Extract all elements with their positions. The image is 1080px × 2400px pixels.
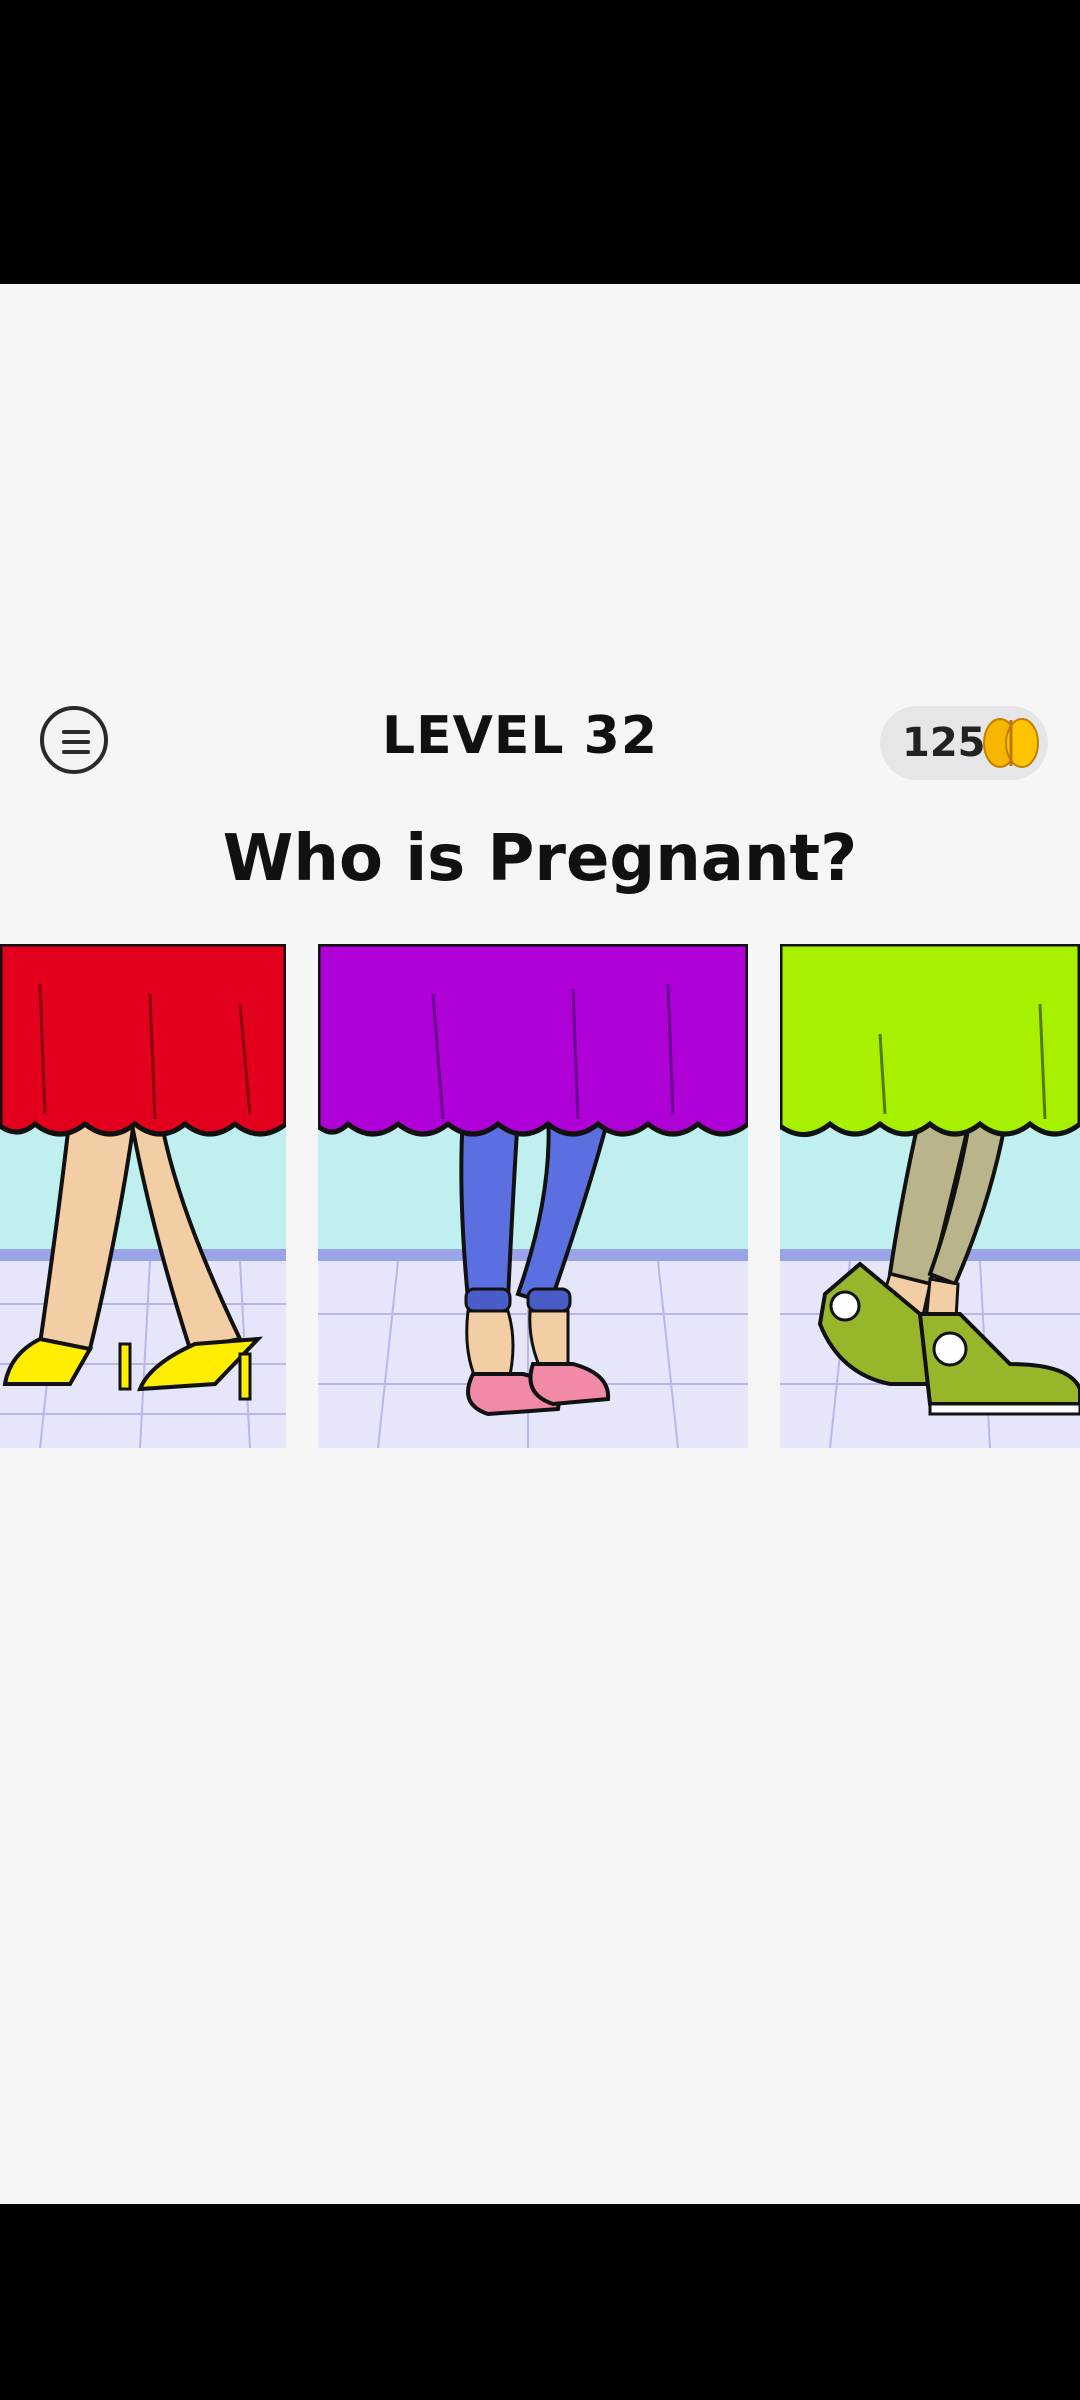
choice-1-illustration <box>0 944 286 1448</box>
level-title: LEVEL 32 <box>381 706 659 766</box>
hamburger-menu-icon-line <box>62 740 90 744</box>
choice-panel-1[interactable] <box>0 944 286 1448</box>
hamburger-menu-icon-line <box>62 750 90 754</box>
status-bar <box>0 0 1080 284</box>
navigation-bar <box>0 2204 1080 2400</box>
choice-3-illustration <box>780 944 1080 1448</box>
brain-icon <box>983 718 1039 768</box>
choice-panel-2[interactable] <box>318 944 748 1448</box>
menu-button[interactable] <box>40 706 108 774</box>
hamburger-menu-icon <box>62 730 90 734</box>
question-text: Who is Pregnant? <box>222 822 858 896</box>
coin-count: 125 <box>902 720 986 766</box>
choice-2-illustration <box>318 944 748 1448</box>
choice-panel-3[interactable] <box>780 944 1080 1448</box>
